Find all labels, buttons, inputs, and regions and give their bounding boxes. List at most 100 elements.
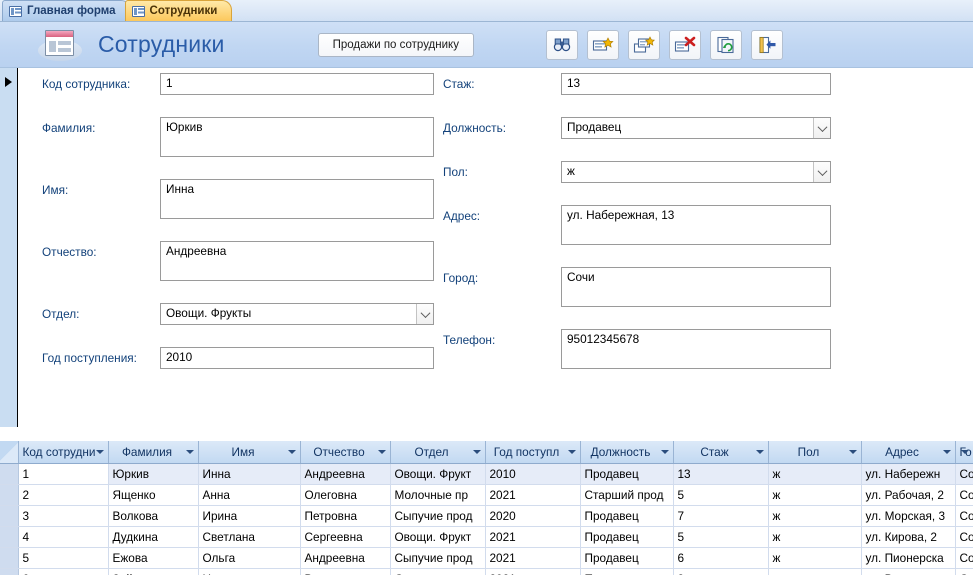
table-cell[interactable]: Продавец [580, 505, 674, 527]
filter-dropdown-icon[interactable] [960, 450, 969, 454]
column-header[interactable]: Го [955, 441, 973, 464]
column-header[interactable]: Код сотрудни [18, 441, 109, 464]
table-row[interactable]: 5 Ежова Ольга Андреевна Сыпучие прод 2021 Прод… [0, 547, 973, 569]
table-cell[interactable]: ж [768, 547, 862, 569]
datasheet-subform[interactable]: Код сотрудни Фамилия Имя Отчество Отдел Год п… [0, 441, 973, 575]
table-cell[interactable]: Молочные пр [390, 484, 486, 506]
column-header[interactable]: Адрес [861, 441, 956, 464]
duplicate-record-button[interactable] [627, 29, 660, 60]
sales-by-employee-button[interactable]: Продажи по сотруднику [317, 32, 474, 57]
table-cell[interactable]: 6 [18, 568, 109, 575]
table-row[interactable]: 2 Ященко Анна Олеговна Молочные пр 2021 Старши… [0, 484, 973, 506]
table-cell[interactable]: Сыпучие прод [390, 568, 486, 575]
filter-dropdown-icon[interactable] [848, 450, 857, 454]
table-cell[interactable]: Анна [198, 484, 301, 506]
table-cell[interactable]: Продавец [580, 526, 674, 548]
table-cell[interactable]: 8 [673, 568, 769, 575]
filter-dropdown-icon[interactable] [660, 450, 669, 454]
select-all-corner[interactable] [0, 441, 19, 464]
table-cell[interactable]: Ольга [198, 547, 301, 569]
table-cell[interactable]: Надежда [198, 568, 301, 575]
filter-dropdown-icon[interactable] [472, 450, 481, 454]
table-cell[interactable]: Ирина [198, 505, 301, 527]
table-cell[interactable]: Со [955, 547, 973, 569]
table-cell[interactable]: Со [955, 568, 973, 575]
table-cell[interactable]: 13 [673, 463, 769, 485]
table-cell[interactable]: Юркив [108, 463, 199, 485]
row-selector[interactable] [0, 484, 19, 506]
table-cell[interactable]: Зайчина [108, 568, 199, 575]
table-cell[interactable]: Дудкина [108, 526, 199, 548]
table-cell[interactable]: ул. Высотная [861, 568, 956, 575]
table-cell[interactable]: Овощи. Фрукт [390, 463, 486, 485]
table-cell[interactable]: Андреевна [300, 463, 391, 485]
table-row[interactable]: 6ЗайчинаНадеждаВалентиновнаСыпучие прод2… [0, 568, 973, 575]
table-cell[interactable]: ул. Рабочая, 2 [861, 484, 956, 506]
record-selector[interactable] [0, 68, 18, 427]
column-header[interactable]: Отдел [390, 441, 486, 464]
filter-dropdown-icon[interactable] [185, 450, 194, 454]
row-selector[interactable] [0, 505, 19, 527]
table-cell[interactable]: 2021 [485, 484, 581, 506]
table-cell[interactable]: 2020 [485, 505, 581, 527]
table-cell[interactable]: Олеговна [300, 484, 391, 506]
filter-dropdown-icon[interactable] [942, 450, 951, 454]
table-cell[interactable]: ж [768, 505, 862, 527]
table-cell[interactable]: Со [955, 505, 973, 527]
table-cell[interactable]: Со [955, 484, 973, 506]
table-cell[interactable]: Продавец [580, 568, 674, 575]
table-cell[interactable]: ж [768, 463, 862, 485]
field-input[interactable]: ул. Набережная, 13 [561, 205, 831, 245]
table-cell[interactable]: ул. Набережн [861, 463, 956, 485]
table-row[interactable]: 1 Юркив Инна Андреевна Овощи. Фрукт 2010 Прода… [0, 463, 973, 485]
field-combobox[interactable]: Продавец [561, 117, 831, 139]
refresh-button[interactable] [709, 29, 742, 60]
table-cell[interactable]: ж [768, 568, 862, 575]
table-cell[interactable]: 5 [673, 484, 769, 506]
field-input[interactable]: Инна [160, 179, 434, 219]
field-input[interactable]: 13 [561, 73, 831, 95]
table-cell[interactable]: Петровна [300, 505, 391, 527]
tab-sotrudniki[interactable]: Сотрудники [124, 0, 233, 21]
row-selector[interactable] [0, 526, 19, 548]
new-record-button[interactable] [586, 29, 619, 60]
table-cell[interactable]: ул. Кирова, 2 [861, 526, 956, 548]
field-input[interactable]: 1 [160, 73, 434, 95]
chevron-down-icon[interactable] [813, 118, 830, 138]
table-cell[interactable]: Ежова [108, 547, 199, 569]
filter-dropdown-icon[interactable] [755, 450, 764, 454]
table-cell[interactable]: 2021 [485, 547, 581, 569]
table-cell[interactable]: ж [768, 526, 862, 548]
table-cell[interactable]: Сергеевна [300, 526, 391, 548]
table-cell[interactable]: Светлана [198, 526, 301, 548]
filter-dropdown-icon[interactable] [377, 450, 386, 454]
table-cell[interactable]: 2010 [485, 463, 581, 485]
table-cell[interactable]: 5 [18, 547, 109, 569]
column-header[interactable]: Отчество [300, 441, 391, 464]
table-cell[interactable]: Ященко [108, 484, 199, 506]
table-cell[interactable]: 5 [673, 526, 769, 548]
field-input[interactable]: 95012345678 [561, 329, 831, 369]
column-header[interactable]: Год поступл [485, 441, 581, 464]
column-header[interactable]: Фамилия [108, 441, 199, 464]
table-cell[interactable]: Старший прод [580, 484, 674, 506]
field-combobox[interactable]: Овощи. Фрукты [160, 303, 434, 325]
column-header[interactable]: Пол [768, 441, 862, 464]
tab-glavnaya-forma[interactable]: Главная форма [2, 0, 131, 21]
field-input[interactable]: Андреевна [160, 241, 434, 281]
row-selector[interactable] [0, 568, 19, 575]
table-cell[interactable]: Сыпучие прод [390, 505, 486, 527]
table-cell[interactable]: Овощи. Фрукт [390, 526, 486, 548]
filter-dropdown-icon[interactable] [95, 450, 104, 454]
table-row[interactable]: 4 Дудкина Светлана Сергеевна Овощи. Фрукт 202… [0, 526, 973, 548]
column-header[interactable]: Имя [198, 441, 301, 464]
field-input[interactable]: Сочи [561, 267, 831, 307]
filter-dropdown-icon[interactable] [567, 450, 576, 454]
table-row[interactable]: 3 Волкова Ирина Петровна Сыпучие прод 2020 Про… [0, 505, 973, 527]
find-record-button[interactable] [545, 29, 578, 60]
table-cell[interactable]: ул. Пионерска [861, 547, 956, 569]
row-selector[interactable] [0, 463, 19, 485]
table-cell[interactable]: 6 [673, 547, 769, 569]
table-cell[interactable]: 7 [673, 505, 769, 527]
table-cell[interactable]: Волкова [108, 505, 199, 527]
